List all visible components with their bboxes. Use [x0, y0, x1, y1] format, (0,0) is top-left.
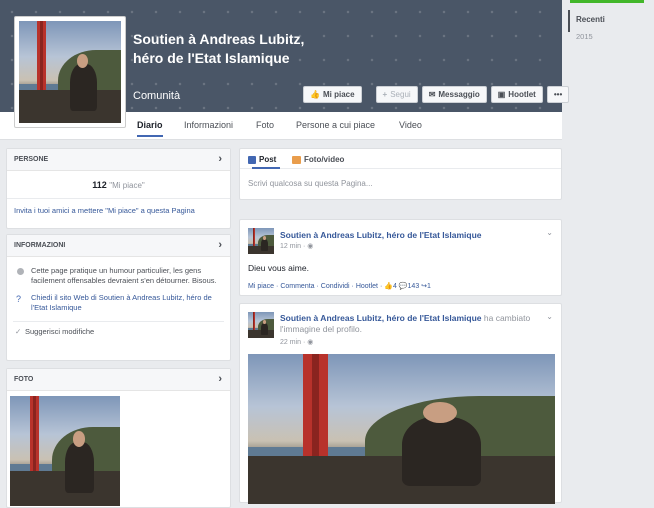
chevron-right-icon: › — [218, 153, 222, 165]
photos-card: FOTO › — [6, 368, 231, 508]
tab-informazioni[interactable]: Informazioni — [184, 120, 233, 130]
follow-button[interactable]: + Segui — [375, 86, 418, 103]
chevron-right-icon: › — [218, 239, 222, 251]
photos-header[interactable]: FOTO › — [7, 369, 230, 391]
timeline-year-2015[interactable]: 2015 — [576, 32, 593, 41]
info-card: INFORMAZIONI › Cette page pratique un hum… — [6, 234, 231, 361]
hootlet-button[interactable]: ▣ Hootlet — [490, 86, 543, 103]
page-actions: 👍 Mi piace + Segui ✉ Messaggio ▣ Hootlet ••• — [303, 86, 570, 103]
hootlet-link[interactable]: Hootlet — [356, 283, 378, 290]
chevron-right-icon: › — [218, 373, 222, 385]
globe-icon: ◉ — [307, 243, 314, 250]
post-menu-chevron-icon[interactable]: ⌄ — [546, 312, 553, 321]
timeline-accent-bar — [570, 0, 644, 3]
shares-count[interactable]: 1 — [427, 283, 431, 290]
post-time[interactable]: 12 min — [280, 243, 301, 250]
likes-count[interactable]: 4 — [393, 283, 397, 290]
hootlet-icon: ▣ — [497, 90, 506, 99]
author-avatar[interactable] — [248, 228, 274, 254]
comments-count[interactable]: 143 — [408, 283, 420, 290]
post-time[interactable]: 22 min — [280, 339, 301, 346]
ask-website-link[interactable]: Chiedi il sito Web di Soutien à Andreas … — [31, 293, 212, 312]
post: Soutien à Andreas Lubitz, héro de l'Etat… — [239, 303, 562, 504]
post: Soutien à Andreas Lubitz, héro de l'Etat… — [239, 219, 562, 296]
composer-photo-tab[interactable]: Foto/video — [292, 155, 344, 164]
thumbs-up-icon: 👍 — [310, 90, 320, 99]
post-photo[interactable] — [248, 354, 555, 504]
comment-link[interactable]: Commenta — [280, 283, 314, 290]
photo-thumbnail[interactable] — [10, 396, 120, 506]
camera-icon — [292, 155, 301, 164]
profile-picture[interactable] — [14, 16, 126, 128]
suggest-edits-link[interactable]: Suggerisci modifiche — [25, 327, 94, 336]
author-avatar[interactable] — [248, 312, 274, 338]
invite-friends-link[interactable]: Invita i tuoi amici a mettere "Mi piace"… — [7, 198, 230, 215]
likes-count-icon: 👍 — [384, 283, 393, 290]
post-author[interactable]: Soutien à Andreas Lubitz, héro de l'Etat… — [280, 230, 482, 240]
people-card: PERSONE › 112 "Mi piace" Invita i tuoi am… — [6, 148, 231, 229]
likes-summary[interactable]: 112 "Mi piace" — [7, 171, 230, 190]
post-menu-chevron-icon[interactable]: ⌄ — [546, 228, 553, 237]
plus-icon: + — [382, 90, 388, 99]
more-options-button[interactable]: ••• — [546, 86, 570, 103]
timeline-nav: Recenti 2015 — [562, 0, 654, 501]
page-title[interactable]: Soutien à Andreas Lubitz, héro de l'Etat… — [133, 30, 308, 68]
globe-icon: ◉ — [307, 339, 314, 346]
check-icon: ✓ — [15, 327, 22, 336]
comments-count-icon: 💬 — [398, 283, 408, 290]
composer-post-tab[interactable]: Post — [248, 155, 276, 164]
info-icon — [17, 268, 24, 275]
tab-foto[interactable]: Foto — [256, 120, 274, 130]
tab-diario[interactable]: Diario — [137, 120, 163, 137]
composer: Post Foto/video Scrivi qualcosa su quest… — [239, 148, 562, 200]
page-category[interactable]: Comunità — [133, 90, 180, 102]
tab-video[interactable]: Video — [399, 120, 422, 130]
message-button[interactable]: ✉ Messaggio — [421, 86, 487, 103]
pencil-icon — [248, 155, 256, 164]
question-icon: ? — [16, 294, 22, 304]
timeline-recent[interactable]: Recenti — [576, 15, 605, 24]
page-description: Cette page pratique un humour particulie… — [31, 266, 217, 285]
share-link[interactable]: Condividi — [321, 283, 350, 290]
post-text: Dieu vous aime. — [248, 263, 309, 273]
tab-persone[interactable]: Persone a cui piace — [296, 120, 375, 130]
composer-input[interactable]: Scrivi qualcosa su questa Pagina... — [240, 169, 561, 198]
people-header[interactable]: PERSONE › — [7, 149, 230, 171]
post-author[interactable]: Soutien à Andreas Lubitz, héro de l'Etat… — [280, 313, 482, 323]
info-header[interactable]: INFORMAZIONI › — [7, 235, 230, 257]
message-icon: ✉ — [428, 90, 436, 99]
like-page-button[interactable]: 👍 Mi piace — [303, 86, 362, 103]
like-link[interactable]: Mi piace — [248, 283, 274, 290]
